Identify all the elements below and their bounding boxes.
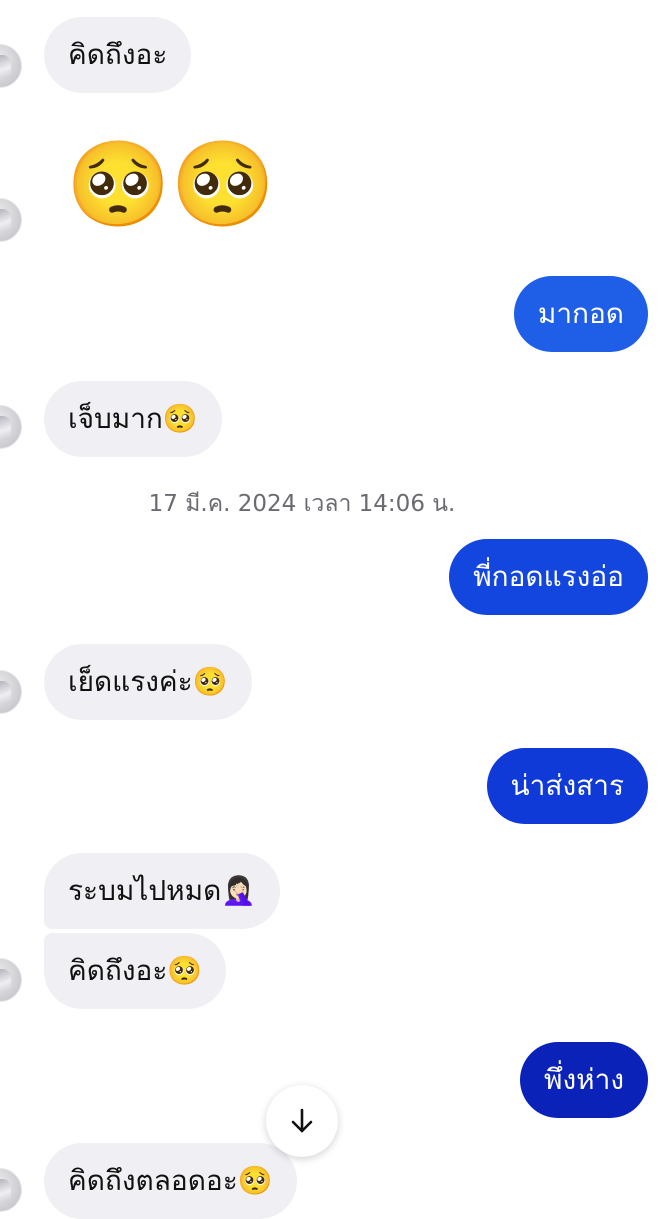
outgoing-message[interactable]: มากอด <box>513 276 648 352</box>
outgoing-message[interactable]: พี่กอดแรงอ่อ <box>449 539 648 615</box>
contact-avatar[interactable] <box>0 1168 22 1212</box>
contact-avatar[interactable] <box>0 958 22 1002</box>
outgoing-message[interactable]: พึ่งห่าง <box>520 1042 648 1118</box>
contact-avatar[interactable] <box>0 198 22 242</box>
contact-avatar[interactable] <box>0 670 22 714</box>
incoming-message[interactable]: เจ็บมาก🥺 <box>44 381 222 457</box>
incoming-message[interactable]: เย็ดแรงค่ะ🥺 <box>44 644 252 720</box>
contact-avatar[interactable] <box>0 44 22 88</box>
emoji-message[interactable]: 🥺🥺 <box>66 134 275 234</box>
incoming-message[interactable]: คิดถึงตลอดอะ🥺 <box>44 1143 297 1219</box>
outgoing-message[interactable]: น่าส่งสาร <box>486 748 648 824</box>
timestamp-divider: 17 มี.ค. 2024 เวลา 14:06 น. <box>148 491 456 517</box>
incoming-message[interactable]: คิดถึงอะ <box>44 17 192 93</box>
incoming-message[interactable]: ระบมไปหมด🤦🏻‍♀️ <box>44 853 281 929</box>
incoming-message[interactable]: คิดถึงอะ🥺 <box>44 933 227 1009</box>
scroll-to-bottom-button[interactable] <box>266 1085 338 1157</box>
contact-avatar[interactable] <box>0 405 22 449</box>
arrow-down-icon <box>291 1108 313 1133</box>
